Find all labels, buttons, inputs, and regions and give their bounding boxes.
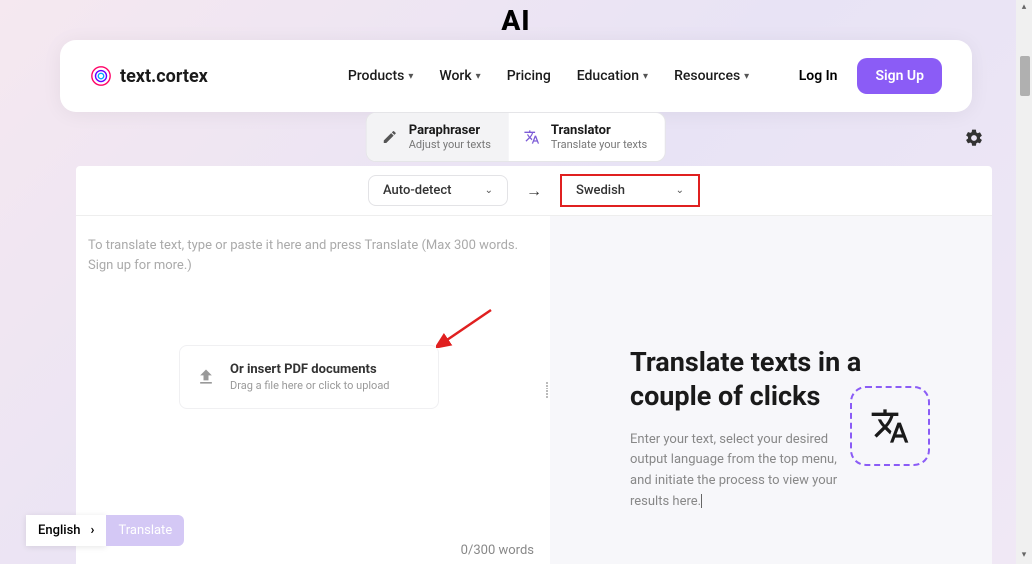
- brand-logo-group[interactable]: text.cortex: [90, 65, 208, 87]
- page-scrollbar-thumb[interactable]: [1020, 56, 1030, 96]
- scroll-down-arrow[interactable]: ▾: [1018, 550, 1030, 562]
- translator-content: To translate text, type or paste it here…: [76, 216, 992, 564]
- word-counter: 0/300 words: [461, 543, 534, 558]
- scroll-up-arrow[interactable]: ▴: [1018, 2, 1030, 14]
- nav-pricing[interactable]: Pricing: [507, 68, 551, 84]
- pdf-upload-box[interactable]: Or insert PDF documents Drag a file here…: [179, 345, 439, 409]
- page-scrollbar-track[interactable]: ▴ ▾: [1016, 0, 1032, 564]
- signup-button[interactable]: Sign Up: [857, 58, 942, 94]
- nav-education[interactable]: Education▾: [577, 68, 648, 84]
- login-link[interactable]: Log In: [799, 68, 838, 84]
- page-top-partial-text: AI: [501, 4, 530, 37]
- translator-panel: Auto-detect ⌄ → Swedish ⌄ To translate t…: [76, 166, 992, 564]
- pencil-icon: [381, 128, 399, 146]
- input-textarea[interactable]: To translate text, type or paste it here…: [88, 236, 530, 275]
- chevron-down-icon: ▾: [643, 71, 648, 82]
- nav-resources[interactable]: Resources▾: [674, 68, 749, 84]
- main-header: text.cortex Products▾ Work▾ Pricing Educ…: [60, 40, 972, 112]
- nav-products[interactable]: Products▾: [348, 68, 414, 84]
- translate-large-icon: [870, 406, 910, 446]
- translate-icon: [523, 128, 541, 146]
- main-nav: Products▾ Work▾ Pricing Education▾ Resou…: [348, 68, 749, 84]
- swap-arrow-icon: →: [526, 181, 542, 201]
- chevron-down-icon: ⌄: [676, 185, 684, 196]
- upload-icon: [196, 367, 216, 387]
- target-language-select[interactable]: Swedish ⌄: [560, 174, 700, 207]
- settings-button[interactable]: [964, 128, 984, 148]
- paraphraser-subtitle: Adjust your texts: [409, 138, 491, 151]
- chevron-down-icon: ▾: [408, 71, 413, 82]
- gear-icon: [964, 128, 984, 148]
- chevron-down-icon: ▾: [476, 71, 481, 82]
- brand-name: text.cortex: [120, 66, 208, 87]
- tab-paraphraser[interactable]: Paraphraser Adjust your texts: [367, 113, 509, 161]
- translator-title: Translator: [551, 123, 647, 138]
- tab-translator[interactable]: Translator Translate your texts: [509, 113, 665, 161]
- chevron-down-icon: ▾: [744, 71, 749, 82]
- chevron-right-icon: ›: [91, 523, 95, 538]
- translator-subtitle: Translate your texts: [551, 138, 647, 151]
- translate-button[interactable]: Translate: [106, 515, 184, 546]
- brand-logo-icon: [90, 65, 112, 87]
- text-cursor: [701, 494, 702, 508]
- translate-decorative-box: [850, 386, 930, 466]
- paraphraser-title: Paraphraser: [409, 123, 491, 138]
- nav-work[interactable]: Work▾: [439, 68, 480, 84]
- pdf-upload-subtitle: Drag a file here or click to upload: [230, 379, 390, 392]
- mode-tabs: Paraphraser Adjust your texts Translator…: [366, 112, 666, 162]
- annotation-arrow: [436, 308, 496, 348]
- ui-language-picker[interactable]: English ›: [26, 515, 106, 546]
- auth-group: Log In Sign Up: [799, 58, 942, 94]
- output-placeholder-description: Enter your text, select your desired out…: [630, 430, 840, 513]
- output-column: Translate texts in a couple of clicks En…: [550, 216, 992, 564]
- language-bar: Auto-detect ⌄ → Swedish ⌄: [76, 166, 992, 216]
- input-column: To translate text, type or paste it here…: [76, 216, 550, 564]
- pdf-upload-title: Or insert PDF documents: [230, 362, 390, 377]
- bottom-controls: English › Translate: [26, 515, 184, 546]
- chevron-down-icon: ⌄: [485, 185, 493, 196]
- source-language-select[interactable]: Auto-detect ⌄: [368, 175, 508, 206]
